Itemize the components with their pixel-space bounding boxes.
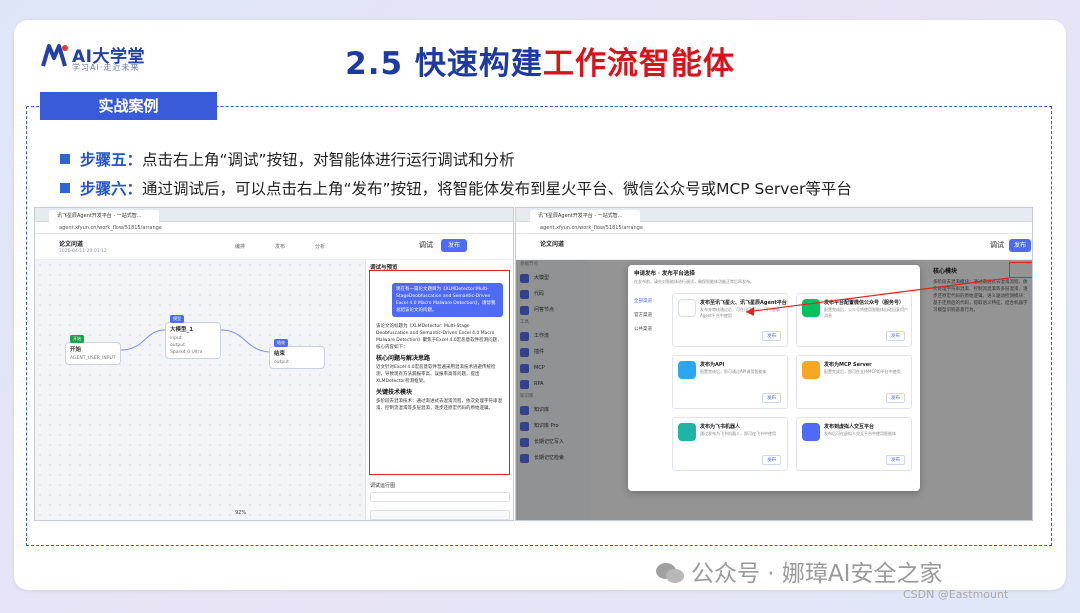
step-label: 步骤五： bbox=[80, 151, 143, 169]
step-list: 步骤五：点击右上角“调试”按钮，对智能体进行运行调试和分析 步骤六：通过调试后，… bbox=[60, 146, 852, 204]
run-input[interactable] bbox=[370, 492, 510, 502]
square-bullet-icon bbox=[60, 183, 70, 193]
step-text: 通过调试后，可以点击右上角“发布”按钮，将智能体发布到星火平台、微信公众号或MC… bbox=[142, 180, 852, 198]
app-meta: 2026-04-11 20:01:12 bbox=[59, 249, 107, 254]
debug-highlight-frame: 现在有一篇论文题目为《XLMDetector:Multi-StageDeobfu… bbox=[369, 270, 510, 475]
chat-input[interactable] bbox=[370, 510, 510, 520]
bot-message: 该论文的标题为《XLMDetector: Multi-Stage Deobfus… bbox=[376, 323, 503, 412]
publish-screenshot: 讯飞星辰Agent开发平台 - 一站式智... agent.xfyun.cn/w… bbox=[515, 207, 1033, 521]
title-highlight: 工作流智能体 bbox=[542, 46, 735, 82]
bot-intro: 该论文的标题为《XLMDetector: Multi-Stage Deobfus… bbox=[376, 324, 502, 350]
zoom-level[interactable]: 92% bbox=[235, 510, 246, 516]
node-title: 开始 bbox=[70, 347, 82, 353]
debug-panel: 调试与预览 现在有一篇论文题目为《XLMDetector:Multi-Stage… bbox=[365, 260, 513, 520]
title-main: 2.5 快速构建 bbox=[345, 46, 543, 82]
step-label: 步骤六： bbox=[80, 180, 143, 198]
node-llm[interactable]: 模型 大模型_1 input output Spark4.0 Ultra bbox=[165, 315, 221, 359]
run-label: 调试运行图 bbox=[370, 483, 396, 489]
browser-tabbar: 讯飞星辰Agent开发平台 - 一站式智... bbox=[35, 208, 513, 222]
browser-tab[interactable]: 讯飞星辰Agent开发平台 - 一站式智... bbox=[49, 210, 159, 222]
slide: AI大学堂 学习AI·走近未来 2.5 快速构建工作流智能体 实战案例 步骤五：… bbox=[14, 20, 1066, 590]
app-title: 论文问道 bbox=[59, 241, 84, 248]
node-tag: 开始 bbox=[70, 335, 84, 343]
tab-publish[interactable]: 发布 bbox=[275, 243, 285, 250]
bot-heading: 核心问题与解决思路 bbox=[376, 355, 431, 362]
debug-screenshot: 讯飞星辰Agent开发平台 - 一站式智... agent.xfyun.cn/w… bbox=[34, 207, 514, 521]
node-start[interactable]: 开始 开始 AGENT_USER_INPUT bbox=[65, 335, 121, 365]
node-title: 大模型_1 bbox=[170, 327, 194, 333]
step-item: 步骤六：通过调试后，可以点击右上角“发布”按钮，将智能体发布到星火平台、微信公众… bbox=[60, 175, 852, 204]
node-tag: 模型 bbox=[170, 315, 184, 323]
tab-arrange[interactable]: 编排 bbox=[235, 243, 245, 250]
node-param: AGENT_USER_INPUT bbox=[70, 356, 116, 361]
section-tag: 实战案例 bbox=[40, 92, 217, 120]
node-param: output bbox=[170, 343, 185, 348]
app-header: 论文问道 2026-04-11 20:01:12 编排 发布 分析 调试 发布 bbox=[35, 234, 513, 260]
square-bullet-icon bbox=[60, 154, 70, 164]
node-tag: 结束 bbox=[274, 339, 288, 347]
arrow-icon bbox=[745, 277, 1010, 316]
tab-analysis[interactable]: 分析 bbox=[315, 243, 325, 250]
wechat-icon bbox=[656, 563, 684, 583]
bot-paragraph: 多阶段去混淆技术：通过渐进式去混淆流程，依次处理字符串混淆、控制流混淆等多层混淆… bbox=[376, 399, 502, 411]
bot-paragraph: 近文针对Excel 4.0宏恶意软件普遍采用混淆技术逃避传统检测，导致现有方法漏… bbox=[376, 365, 496, 384]
browser-url[interactable]: agent.xfyun.cn/work_flow/51815/arrange bbox=[35, 222, 513, 234]
node-title: 结束 bbox=[274, 351, 286, 357]
bot-heading: 关键技术模块 bbox=[376, 389, 413, 396]
node-param: output bbox=[274, 360, 289, 365]
page-title: 2.5 快速构建工作流智能体 bbox=[14, 38, 1066, 83]
publish-button[interactable]: 发布 bbox=[441, 239, 467, 252]
node-end[interactable]: 结束 结束 output bbox=[269, 339, 325, 369]
watermark: 公众号 · 娜璋AI安全之家 bbox=[655, 554, 942, 588]
user-message: 现在有一篇论文题目为《XLMDetector:Multi-StageDeobfu… bbox=[392, 283, 503, 317]
step-text: 点击右上角“调试”按钮，对智能体进行运行调试和分析 bbox=[142, 151, 515, 169]
node-param: input bbox=[170, 336, 182, 341]
debug-button[interactable]: 调试 bbox=[419, 240, 433, 250]
csdn-credit: CSDN @Eastmount bbox=[903, 588, 1009, 601]
step-item: 步骤五：点击右上角“调试”按钮，对智能体进行运行调试和分析 bbox=[60, 146, 852, 175]
node-connections bbox=[120, 329, 270, 353]
workflow-canvas[interactable]: 开始 开始 AGENT_USER_INPUT 模型 大模型_1 input ou… bbox=[35, 260, 365, 520]
node-param: Spark4.0 Ultra bbox=[170, 350, 203, 355]
watermark-text: 公众号 · 娜璋AI安全之家 bbox=[691, 561, 943, 587]
